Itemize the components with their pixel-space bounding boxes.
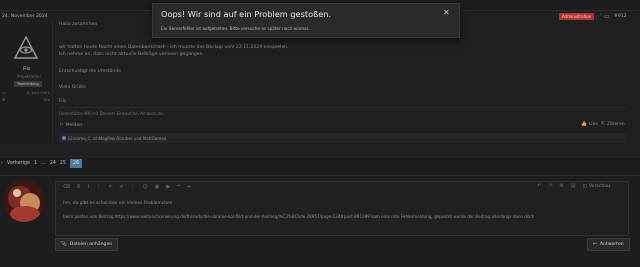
quote-label: Zitieren: [606, 122, 625, 127]
editor-right-tools: ↶ ↷ ⚙ ▤ ◫ Vorschau: [537, 183, 610, 189]
quote-button[interactable]: ⇱ Zitieren: [601, 122, 625, 127]
redo-icon[interactable]: ↷: [548, 183, 552, 189]
eraser-icon[interactable]: ⌫: [63, 184, 70, 190]
signature-divider: [59, 107, 627, 108]
preview-button[interactable]: Vorschau: [589, 184, 610, 189]
bold-icon[interactable]: B: [77, 184, 80, 190]
flag-icon: ⚐: [59, 122, 64, 128]
reply-icon: ↩: [593, 242, 597, 247]
page-link[interactable]: 25: [60, 161, 66, 166]
quote-insert-icon[interactable]: ❝: [177, 184, 180, 190]
toast-message: Ein Serverfehler ist aufgetreten. Bitte …: [161, 26, 310, 31]
editor-text-line1: hm, da gibt es scheinbar ein kleines Pro…: [63, 201, 173, 206]
thumbs-up-icon: 👍: [581, 122, 587, 127]
more-list-icon[interactable]: ⋮: [130, 184, 135, 190]
attach-files-button[interactable]: 📎 Dateien anhängen: [55, 238, 119, 251]
undo-icon[interactable]: ↶: [537, 183, 541, 189]
image-icon[interactable]: ▣: [155, 184, 160, 190]
prev-page-button[interactable]: Vorherige: [7, 161, 30, 166]
toggle-bbcode-icon[interactable]: ⚙: [559, 183, 563, 189]
report-button[interactable]: ⚐ Melden: [59, 122, 82, 128]
signature[interactable]: Unterstütze WH mit Deinem Einkauf bei Am…: [59, 111, 164, 116]
post-date[interactable]: 24. November 2024: [2, 14, 48, 19]
prev-page-icon[interactable]: ‹: [1, 161, 3, 166]
page-link-current[interactable]: 26: [70, 158, 83, 168]
post-body-line: Entschuldigt die Umstände: [59, 69, 121, 74]
page-link[interactable]: 1: [34, 161, 37, 166]
post-body-line: Ich nehme an, dass nicht aktuelle Beiträ…: [59, 52, 204, 57]
list-icon[interactable]: ≡: [119, 184, 123, 190]
post-number[interactable]: #912: [614, 14, 627, 19]
author-post-count: 14k: [43, 97, 51, 102]
insert-icon[interactable]: +: [187, 184, 191, 190]
more-text-icon[interactable]: ⋮: [96, 184, 101, 190]
editor-text-line: beim posten von Beitrag https://www.welt…: [63, 214, 625, 219]
preview-icon: ◫: [582, 183, 587, 189]
paperclip-icon: 📎: [61, 242, 67, 247]
smilie-icon[interactable]: ☺: [142, 184, 147, 190]
bookmark-icon[interactable]: ▭: [604, 13, 610, 20]
close-icon[interactable]: ✕: [443, 8, 450, 17]
quote-icon: ⇱: [601, 122, 605, 127]
editor-text-line: hm, da gibt es scheinbar ein kleines Pro…: [63, 201, 172, 206]
like-label: Like: [588, 122, 598, 127]
avatar[interactable]: [14, 36, 38, 60]
post-body-line: Viele Grüße: [59, 85, 86, 90]
posts-icon: ✉: [2, 97, 6, 102]
share-icon[interactable]: ⋰: [595, 13, 601, 20]
like-reaction-icon: [62, 136, 66, 140]
calendar-icon: ▭: [2, 90, 6, 95]
author-joined: 8. Juni 2007: [27, 90, 50, 95]
reply-label: Antworten: [599, 242, 624, 247]
staff-badge: Administration: [559, 13, 595, 20]
pagination: ‹ Vorherige 1 … 24 25 26: [0, 157, 86, 169]
attach-files-label: Dateien anhängen: [69, 242, 113, 247]
user-avatar[interactable]: [3, 180, 45, 222]
media-icon[interactable]: ▶: [166, 184, 170, 190]
post-body-line: Hallo zusammen: [59, 22, 98, 27]
link-icon[interactable]: ⚭: [108, 184, 112, 190]
author-name[interactable]: Filz: [23, 67, 30, 72]
reply-button[interactable]: ↩ Antworten: [587, 238, 630, 251]
reactions-bar[interactable]: Giacomo_C, lchMagMeinStauber und MattGam…: [59, 133, 627, 143]
post-body-line: wir hatten heute Nacht einen Datenbankcr…: [59, 45, 289, 50]
italic-icon[interactable]: I: [88, 184, 89, 190]
reactions-text[interactable]: Giacomo_C, lchMagMeinStauber und MattGam…: [68, 136, 166, 141]
editor-text-line2: beim posten von Beitrag https://www.welt…: [63, 214, 535, 219]
drafts-icon[interactable]: ▤: [571, 183, 576, 189]
role-badge: Teamleitung: [14, 81, 42, 87]
editor-toolbar: ⌫ B I ⋮ ⚭ ≡ ⋮ ☺ ▣ ▶ ❝ +: [63, 184, 198, 190]
page-ellipsis[interactable]: …: [41, 161, 46, 166]
toast-title: Oops! Wir sind auf ein Problem gestoßen.: [161, 9, 332, 19]
like-button[interactable]: 👍 Like: [581, 122, 598, 127]
report-label: Melden: [65, 122, 83, 128]
author-title: Projektleiter: [17, 74, 42, 79]
page-link[interactable]: 24: [50, 161, 56, 166]
post-body-line: Filz: [59, 99, 67, 104]
error-toast: Oops! Wir sind auf ein Problem gestoßen.…: [152, 3, 460, 38]
